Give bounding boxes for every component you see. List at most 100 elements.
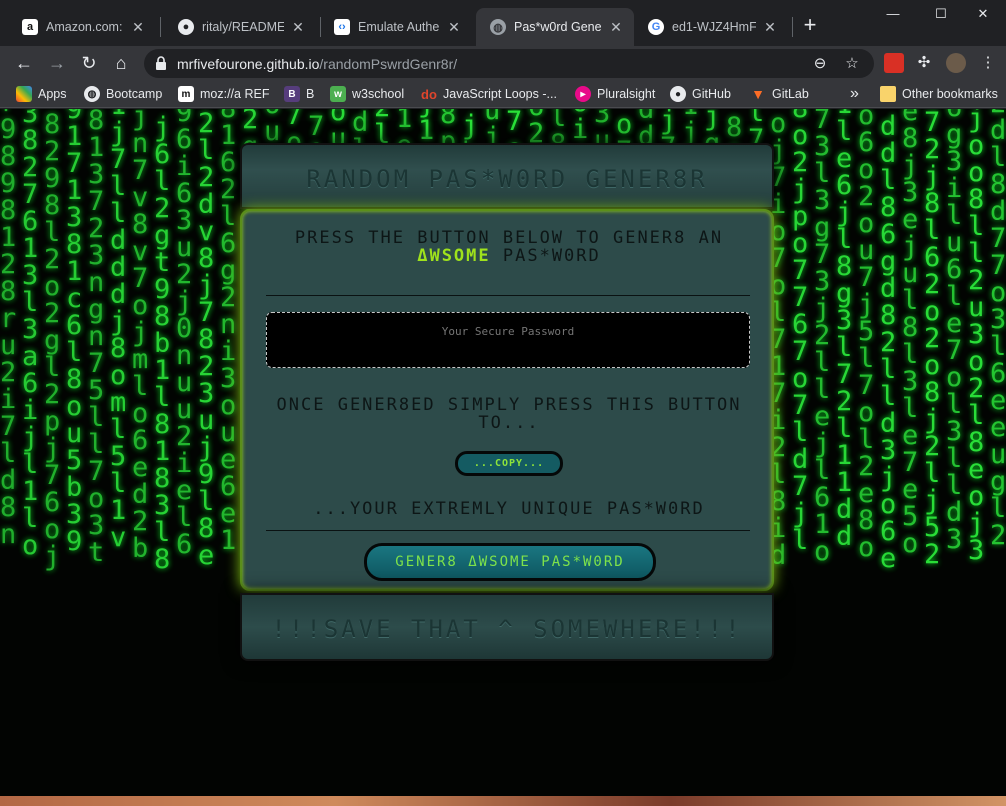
page-title: RANDOM PAS*W0RD GENER8R [306, 165, 708, 193]
matrix-column: ddl86gd82lld3jo6e [880, 111, 897, 574]
reload-icon[interactable]: ↻ [76, 50, 102, 76]
minimize-icon[interactable]: — [870, 6, 916, 26]
tab-title: ritaly/README-cl [202, 20, 284, 34]
matrix-column: 1j7lldddj8oml5l1v [110, 109, 127, 553]
matrix-column: 3827613l3a6ijl1lo [22, 109, 39, 561]
close-icon[interactable]: ✕ [608, 19, 624, 36]
tab-title: Pas*w0rd Gener8 [514, 20, 602, 34]
password-output[interactable] [266, 312, 750, 368]
page-viewport: r9898128ru2i7ld8n 3827613l3a6ijl1lo 8298l2… [0, 109, 1006, 796]
instructions-text: PRESS THE BUTTON BELOW TO GENER8 AN ΔWSO… [262, 229, 756, 265]
w3schools-icon: w [330, 86, 346, 102]
unique-password-text: ...YOUR EXTREMLY UNIQUE PAS*W0RD [313, 499, 705, 519]
tab-title: Emulate Authenti [358, 20, 440, 34]
bookmark-gitlab[interactable]: ▼ GitLab [750, 85, 809, 103]
matrix-column: 813723ngn75ll7o3t [88, 109, 105, 568]
gitlab-icon: ▼ [751, 86, 765, 102]
tab-strip: a Amazon.com: A S ✕ ● ritaly/README-cl ✕… [0, 0, 1006, 46]
matrix-column: 73l3g73j2llejl61o [814, 109, 831, 567]
extension-icon[interactable] [884, 53, 904, 73]
bookmark-label: B [306, 87, 315, 101]
tab-title: Amazon.com: A S [46, 20, 124, 34]
bookmark-apps[interactable]: Apps [16, 85, 67, 103]
matrix-column: 1le6jl8g3l72l11dd [836, 109, 853, 552]
bookmark-label: Bootcamp [106, 87, 163, 101]
desktop-background-strip [0, 796, 1006, 806]
matrix-column: jn7v8v7ojmlo6ed2b [132, 109, 149, 564]
bookmarks-bar: Apps ◍ Bootcamp m moz://a REF B B w w3sc… [0, 80, 1006, 108]
home-icon[interactable]: ⌂ [108, 50, 134, 76]
instructions-end: PAS*W0RD [490, 246, 601, 266]
tab-amazon[interactable]: a Amazon.com: A S ✕ [8, 8, 156, 46]
bookmark-label: GitHub [692, 87, 731, 101]
matrix-column: 8298l2o2gl2pj76oj [44, 109, 61, 572]
zoom-icon[interactable]: ⊖ [810, 54, 830, 74]
matrix-column: 9171381c6l8ou5b39 [66, 109, 83, 557]
bookmark-github[interactable]: ● GitHub [670, 85, 731, 103]
do-icon: do [421, 86, 437, 102]
divider [266, 295, 750, 296]
apps-grid-icon [16, 86, 32, 102]
new-tab-button[interactable]: + [798, 14, 822, 38]
browser-toolbar: ← → ↻ ⌂ mrfivefourone.github.io/randomPs… [0, 46, 1006, 80]
bookmark-label: JavaScript Loops -... [443, 87, 557, 101]
menu-dots-icon[interactable]: ⋮ [978, 53, 998, 73]
tab-readme[interactable]: ● ritaly/README-cl ✕ [164, 8, 316, 46]
close-icon[interactable]: ✕ [762, 19, 778, 36]
matrix-column: joo8ll2u3o2l8eoj3 [968, 109, 985, 566]
pluralsight-icon: ▸ [575, 86, 591, 102]
bookmark-label: w3school [352, 87, 405, 101]
bookmark-bootstrap[interactable]: B B [284, 85, 314, 103]
matrix-column: 8162l6g2ni3oue6e1 [220, 109, 237, 556]
divider [266, 530, 750, 531]
puzzle-icon[interactable]: ✣ [914, 53, 934, 73]
maximize-icon[interactable]: ☐ [918, 6, 964, 26]
profile-avatar[interactable] [946, 53, 966, 73]
bookmark-label: Pluralsight [597, 87, 656, 101]
footer-panel: !!!SAVE THAT ^ SOMEWHERE!!! [240, 593, 774, 661]
instructions-start: PRESS THE BUTTON BELOW TO GENER8 AN [294, 228, 724, 248]
matrix-column: 72j8l62o2o8j2lj52 [924, 109, 941, 570]
bookmark-label: GitLab [772, 87, 809, 101]
globe-icon: ◍ [490, 19, 506, 35]
amazon-icon: a [22, 19, 38, 35]
matrix-column: j6l2gt98b1l8183l8 [154, 112, 171, 575]
tab-separator [792, 17, 793, 37]
window-close-icon[interactable]: ✕ [960, 6, 1006, 26]
back-arrow-icon[interactable]: ← [11, 50, 37, 76]
generator-card: PRESS THE BUTTON BELOW TO GENER8 AN ΔWSO… [240, 209, 774, 591]
close-icon[interactable]: ✕ [446, 19, 462, 36]
bookmark-bootcamp[interactable]: ◍ Bootcamp [84, 85, 162, 103]
instructions-accent: ΔWSOME [417, 246, 491, 266]
bookmark-w3school[interactable]: w w3school [330, 85, 404, 103]
matrix-column: e8j3ejul8l3le7e5o [902, 109, 919, 559]
folder-icon [880, 86, 896, 102]
tab-emulate[interactable]: ‹› Emulate Authenti ✕ [320, 8, 472, 46]
bookmarks-overflow[interactable]: » [850, 85, 859, 103]
mozilla-icon: m [178, 86, 194, 102]
address-bar[interactable]: mrfivefourone.github.io/randomPswrdGenr8… [144, 49, 874, 78]
bookmark-pluralsight[interactable]: ▸ Pluralsight [575, 85, 655, 103]
tab-google[interactable]: G ed1-WJZ4HmFY/ ✕ [634, 8, 788, 46]
close-icon[interactable]: ✕ [290, 19, 306, 36]
github-icon: ● [670, 86, 686, 102]
star-icon[interactable]: ☆ [842, 54, 862, 74]
matrix-column: r9898128ru2i7ld8n [0, 109, 17, 550]
close-icon[interactable]: ✕ [130, 19, 146, 36]
lock-icon [156, 56, 166, 70]
other-bookmarks-label: Other bookmarks [902, 87, 998, 101]
matrix-column: 96i63u2j0nuu2iel6 [176, 109, 193, 560]
footer-message: !!!SAVE THAT ^ SOMEWHERE!!! [271, 615, 743, 643]
matrix-column: 6g3ilu6le7ol3lld3 [946, 109, 963, 555]
generate-password-button[interactable]: GENER8 ΔWSOME PAS*W0RD [364, 543, 656, 581]
url-host: mrfivefourone.github.io [177, 56, 320, 72]
tab-password-generator[interactable]: ◍ Pas*w0rd Gener8 ✕ [476, 8, 634, 46]
matrix-column: o6o2ou7j5l7ol2e8o [858, 109, 875, 563]
copy-button[interactable]: ...COPY... [455, 451, 563, 476]
copy-instructions: ONCE GENER8ED SIMPLY PRESS THIS BUTTON T… [276, 395, 742, 433]
bookmark-mozilla[interactable]: m moz://a REF [178, 85, 269, 103]
forward-arrow-icon[interactable]: → [44, 50, 70, 76]
other-bookmarks[interactable]: Other bookmarks [880, 85, 998, 103]
url-text: mrfivefourone.github.io/randomPswrdGenr8… [177, 56, 457, 72]
bookmark-javascript-loops[interactable]: do JavaScript Loops -... [421, 85, 557, 103]
